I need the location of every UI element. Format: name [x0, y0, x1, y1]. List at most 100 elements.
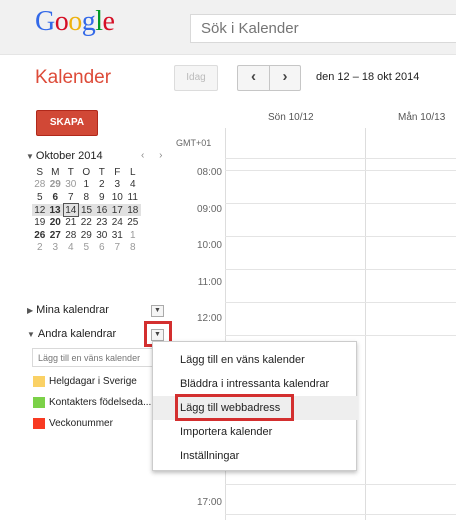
menu-item-add-friend-calendar[interactable]: Lägg till en väns kalender: [153, 348, 358, 372]
current-week-row: 12 13 14 15 16 17 18: [32, 203, 141, 217]
time-label: 12:00: [196, 313, 222, 324]
triangle-down-icon: ▼: [154, 307, 161, 314]
mini-calendar-nav[interactable]: ‹ ›: [141, 150, 168, 161]
day-cell[interactable]: 2: [32, 242, 48, 255]
all-day-row[interactable]: [225, 128, 456, 158]
app-title: Kalender: [35, 67, 112, 88]
day-cell[interactable]: 19: [32, 216, 48, 229]
search-box[interactable]: [190, 14, 456, 43]
weekday-label: T: [98, 166, 105, 178]
google-logo[interactable]: Google: [35, 6, 115, 38]
day-cell[interactable]: 4: [63, 242, 79, 255]
day-cell[interactable]: 18: [125, 203, 141, 217]
day-cell[interactable]: 10: [110, 191, 126, 204]
day-cell[interactable]: 12: [32, 203, 48, 217]
menu-item-browse-calendars[interactable]: Bläddra i intressanta kalendrar: [153, 372, 358, 396]
day-cell[interactable]: 8: [79, 191, 95, 204]
day-cell[interactable]: 28: [32, 179, 48, 192]
day-cell[interactable]: 26: [32, 229, 48, 242]
weekday-label: L: [129, 166, 136, 178]
grid-line: [225, 170, 456, 171]
menu-item-import-calendar[interactable]: Importera kalender: [153, 420, 358, 444]
add-friend-calendar-box[interactable]: [32, 348, 156, 367]
day-cell[interactable]: 15: [78, 203, 94, 217]
day-cell[interactable]: 6: [48, 191, 64, 204]
grid-line: [225, 236, 456, 237]
day-cell[interactable]: 7: [63, 191, 79, 204]
weekday-label: T: [67, 166, 74, 178]
day-cell[interactable]: 4: [125, 179, 141, 192]
day-cell[interactable]: 20: [48, 216, 64, 229]
day-cell[interactable]: 5: [32, 191, 48, 204]
other-calendars-label: Andra kalendrar: [37, 328, 117, 340]
week-row: 28 29 30 1 2 3 4: [32, 179, 141, 192]
day-cell[interactable]: 13: [47, 203, 63, 217]
day-cell[interactable]: 16: [94, 203, 110, 217]
grid-line: [225, 335, 456, 336]
caret-right-icon: ▶: [27, 306, 34, 315]
week-row: 19 20 21 22 23 24 25: [32, 216, 141, 229]
day-cell[interactable]: 1: [125, 229, 141, 242]
logo-letter: l: [95, 6, 103, 37]
prev-week-button[interactable]: ‹: [238, 66, 269, 90]
time-label: 10:00: [196, 240, 222, 251]
grid-line: [225, 158, 456, 159]
day-cell[interactable]: 3: [110, 179, 126, 192]
menu-item-settings[interactable]: Inställningar: [153, 444, 358, 468]
day-cell[interactable]: 30: [63, 179, 79, 192]
add-friend-calendar-input[interactable]: [33, 349, 155, 366]
time-label: 08:00: [196, 167, 222, 178]
day-cell[interactable]: 21: [63, 216, 79, 229]
logo-letter: G: [35, 6, 55, 37]
search-input[interactable]: [191, 15, 456, 42]
calendar-item[interactable]: Veckonummer: [33, 418, 113, 432]
caret-down-icon: ▼: [26, 152, 34, 161]
day-cell[interactable]: 1: [79, 179, 95, 192]
day-cell[interactable]: 23: [94, 216, 110, 229]
calendar-color-swatch: [33, 397, 45, 408]
day-cell[interactable]: 8: [125, 242, 141, 255]
today-cell[interactable]: 14: [62, 203, 79, 217]
time-label: 09:00: [196, 204, 222, 215]
calendar-item[interactable]: Helgdagar i Sverige: [33, 376, 137, 390]
day-cell[interactable]: 9: [94, 191, 110, 204]
grid-line: [225, 484, 456, 485]
calendar-color-swatch: [33, 418, 45, 429]
logo-letter: o: [54, 6, 69, 37]
day-cell[interactable]: 29: [48, 179, 64, 192]
day-cell[interactable]: 3: [48, 242, 64, 255]
day-cell[interactable]: 22: [79, 216, 95, 229]
grid-line: [225, 203, 456, 204]
day-cell[interactable]: 5: [79, 242, 95, 255]
day-cell[interactable]: 28: [63, 229, 79, 242]
day-cell[interactable]: 27: [48, 229, 64, 242]
weekday-label: F: [114, 166, 121, 178]
calendar-item-label: Kontakters födelseda...: [49, 397, 152, 409]
day-cell[interactable]: 6: [94, 242, 110, 255]
calendar-item-label: Veckonummer: [49, 418, 113, 430]
logo-letter: g: [81, 6, 96, 37]
other-calendars-header[interactable]: ▼ Andra kalendrar: [27, 328, 116, 340]
today-button[interactable]: Idag: [174, 65, 218, 91]
day-cell[interactable]: 17: [109, 203, 125, 217]
day-cell[interactable]: 2: [94, 179, 110, 192]
day-cell[interactable]: 24: [110, 216, 126, 229]
my-calendars-header[interactable]: ▶ Mina kalendrar: [27, 304, 109, 316]
date-range: den 12 – 18 okt 2014: [316, 71, 420, 83]
week-row: 2 3 4 5 6 7 8: [32, 242, 141, 255]
time-label: 11:00: [197, 277, 222, 288]
day-cell[interactable]: 11: [125, 191, 141, 204]
day-cell[interactable]: 25: [125, 216, 141, 229]
calendar-item[interactable]: Kontakters födelseda...: [33, 397, 151, 411]
day-header[interactable]: Mån 10/13: [398, 112, 445, 123]
weekday-label: O: [82, 166, 91, 178]
my-calendars-dropdown-button[interactable]: ▼: [151, 305, 164, 317]
day-header[interactable]: Sön 10/12: [268, 112, 314, 123]
day-cell[interactable]: 31: [110, 229, 126, 242]
create-button[interactable]: SKAPA: [36, 110, 98, 136]
day-cell[interactable]: 29: [79, 229, 95, 242]
day-cell[interactable]: 7: [110, 242, 126, 255]
next-week-button[interactable]: ›: [268, 66, 300, 90]
caret-down-icon: ▼: [27, 330, 35, 339]
day-cell[interactable]: 30: [94, 229, 110, 242]
